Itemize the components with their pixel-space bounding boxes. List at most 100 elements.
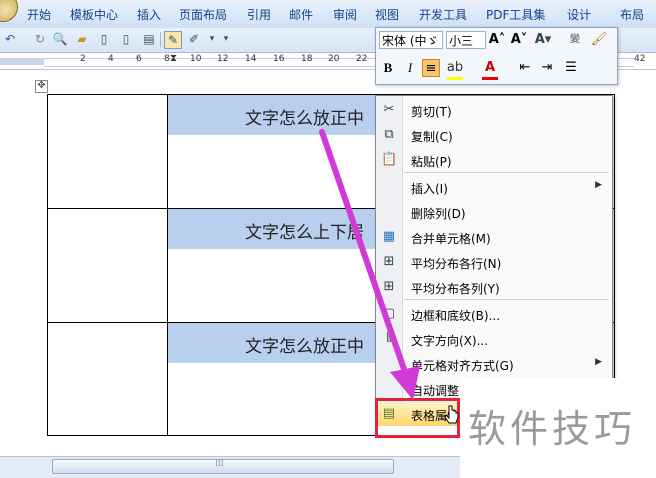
center-align-icon[interactable]: ≡	[422, 59, 440, 77]
menu-item-label: 插入(I)	[411, 182, 448, 196]
mini-toolbar: 宋体 (中ゞ 小三 A˄ A˅ A▾ 變 🖌 B I ≡ ab A ⇤ ⇥ ☰	[375, 27, 618, 85]
tab-design[interactable]: 设计	[567, 6, 591, 23]
watermark-text: 软件技巧	[468, 407, 637, 451]
table-cell-text[interactable]: 文字怎么上下居	[245, 218, 376, 243]
customize-toolbar-icon[interactable]: ▾	[218, 31, 234, 47]
menu-item-label: 复制(C)	[411, 130, 453, 144]
tab-review[interactable]: 审阅	[333, 6, 357, 23]
submenu-arrow-icon: ▶	[595, 180, 602, 190]
ribbon-tab-bar: 开始 模板中心 插入 页面布局 引用 邮件 审阅 视图 开发工具 PDF工具集 …	[0, 0, 656, 29]
tab-insert[interactable]: 插入	[137, 6, 161, 23]
tab-mailings[interactable]: 邮件	[289, 6, 313, 23]
font-size-box[interactable]: 小三	[446, 31, 486, 49]
tab-home[interactable]: 开始	[27, 6, 51, 23]
menu-item-label: 删除列(D)	[411, 207, 466, 221]
office-button[interactable]	[0, 0, 18, 22]
paste-icon: 📋	[381, 152, 398, 167]
tab-references[interactable]: 引用	[247, 6, 271, 23]
draw-table-icon[interactable]: ✎	[164, 31, 182, 49]
shrink-font-icon[interactable]: A˅	[510, 31, 528, 49]
table-cell-text[interactable]: 文字怎么放正中	[245, 332, 376, 357]
menu-item-copy[interactable]: ⧉ 复制(C)	[376, 123, 610, 147]
italic-icon[interactable]: I	[401, 59, 419, 77]
menu-item-label: 边框和底纹(B)...	[411, 309, 501, 323]
table-cell-text[interactable]: 文字怎么放正中	[245, 104, 376, 129]
bold-icon[interactable]: B	[379, 59, 397, 77]
undo-icon[interactable]: ↶	[2, 31, 18, 47]
ruler-number: 8	[164, 54, 170, 64]
menu-item-paste[interactable]: 📋 粘贴(P)	[376, 148, 610, 172]
distribute-rows-icon: ⊞	[383, 254, 395, 269]
text-direction-icon: ⦀	[386, 331, 392, 346]
ruler-number: 10	[190, 54, 202, 64]
menu-item-distribute-rows[interactable]: ⊞ 平均分布各行(N)	[376, 250, 610, 274]
menu-item-label: 文字方向(X)...	[411, 334, 489, 348]
menu-item-delete-column[interactable]: 删除列(D)	[376, 200, 610, 224]
print-icon[interactable]: ▤	[141, 31, 157, 47]
font-name-box[interactable]: 宋体 (中ゞ	[379, 31, 443, 49]
grow-font-icon[interactable]: A˄	[488, 31, 506, 49]
bullets-icon[interactable]: ☰	[562, 59, 580, 77]
tab-template-center[interactable]: 模板中心	[70, 6, 118, 23]
menu-item-label: 平均分布各行(N)	[411, 257, 502, 271]
blank-page-icon[interactable]: ▯	[118, 31, 134, 47]
scissors-icon: ✂	[383, 102, 395, 117]
pen-color-icon[interactable]: ✐	[186, 31, 202, 47]
ruler-number: 12	[217, 54, 229, 64]
tab-page-layout[interactable]: 页面布局	[179, 6, 227, 23]
tab-developer[interactable]: 开发工具	[419, 6, 467, 23]
ruler-number: 18	[301, 54, 313, 64]
menu-item-label: 剪切(T)	[411, 105, 452, 119]
merge-cells-icon: ▦	[382, 229, 396, 244]
print-preview-icon[interactable]: 🔍	[52, 31, 68, 47]
increase-indent-icon[interactable]: ⇥	[538, 59, 556, 77]
font-color-swatch	[482, 77, 498, 80]
menu-item-label: 单元格对齐方式(G)	[411, 359, 514, 373]
tab-pdf-tools[interactable]: PDF工具集	[486, 6, 545, 23]
menu-item-distribute-columns[interactable]: ⊞ 平均分布各列(Y)	[376, 275, 610, 299]
table-border	[614, 94, 615, 378]
menu-item-cut[interactable]: ✂ 剪切(T)	[376, 98, 610, 122]
menu-item-borders-shading[interactable]: ▢ 边框和底纹(B)...	[376, 302, 610, 326]
menu-item-insert[interactable]: 插入(I) ▶	[376, 175, 610, 199]
mouse-cursor-icon	[444, 405, 459, 424]
styles-icon[interactable]: A▾	[534, 31, 552, 49]
ruler-number: 22	[356, 54, 368, 64]
ruler-number: 42	[634, 54, 646, 64]
menu-item-label: 粘贴(P)	[411, 155, 452, 169]
decrease-indent-icon[interactable]: ⇤	[516, 59, 534, 77]
highlight-color-icon[interactable]: ab	[446, 59, 464, 77]
indent-marker-icon[interactable]: ⧗	[170, 53, 177, 64]
menu-item-label: 平均分布各列(Y)	[411, 282, 500, 296]
tab-layout[interactable]: 布局	[620, 6, 644, 23]
ruler-margin	[0, 58, 44, 65]
phonetic-guide-icon[interactable]: 變	[566, 31, 584, 49]
ruler-number: 4	[108, 54, 114, 64]
new-document-icon[interactable]: ▯	[96, 31, 112, 47]
ruler-number: 20	[328, 54, 340, 64]
ruler-number: 6	[136, 54, 142, 64]
ruler-number: 2	[80, 54, 86, 64]
format-painter-icon[interactable]: 🖌	[590, 31, 608, 49]
open-folder-icon[interactable]: ▰	[74, 31, 90, 47]
distribute-columns-icon: ⊞	[383, 279, 395, 294]
borders-icon: ▢	[382, 306, 396, 321]
table-border	[47, 94, 48, 436]
menu-item-merge-cells[interactable]: ▦ 合并单元格(M)	[376, 225, 610, 249]
scrollbar-grip-icon: ⁞⁞⁞	[215, 459, 224, 469]
ruler-number: 16	[273, 54, 285, 64]
table-border	[167, 94, 168, 436]
menu-item-cell-alignment[interactable]: 单元格对齐方式(G) ▶	[376, 352, 610, 376]
table-move-handle-icon[interactable]: ✥	[35, 80, 48, 93]
copy-icon: ⧉	[384, 127, 394, 142]
ruler-number: 14	[245, 54, 257, 64]
menu-item-label: 自动调整	[411, 384, 460, 398]
redo-icon[interactable]: ↻	[32, 31, 48, 47]
submenu-arrow-icon: ▶	[595, 357, 602, 367]
highlight-swatch	[447, 77, 463, 80]
menu-item-label: 合并单元格(M)	[411, 232, 491, 246]
menu-item-text-direction[interactable]: ⦀ 文字方向(X)...	[376, 327, 610, 351]
font-color-icon[interactable]: A	[481, 59, 499, 77]
table-border	[47, 435, 377, 436]
tab-view[interactable]: 视图	[375, 6, 399, 23]
